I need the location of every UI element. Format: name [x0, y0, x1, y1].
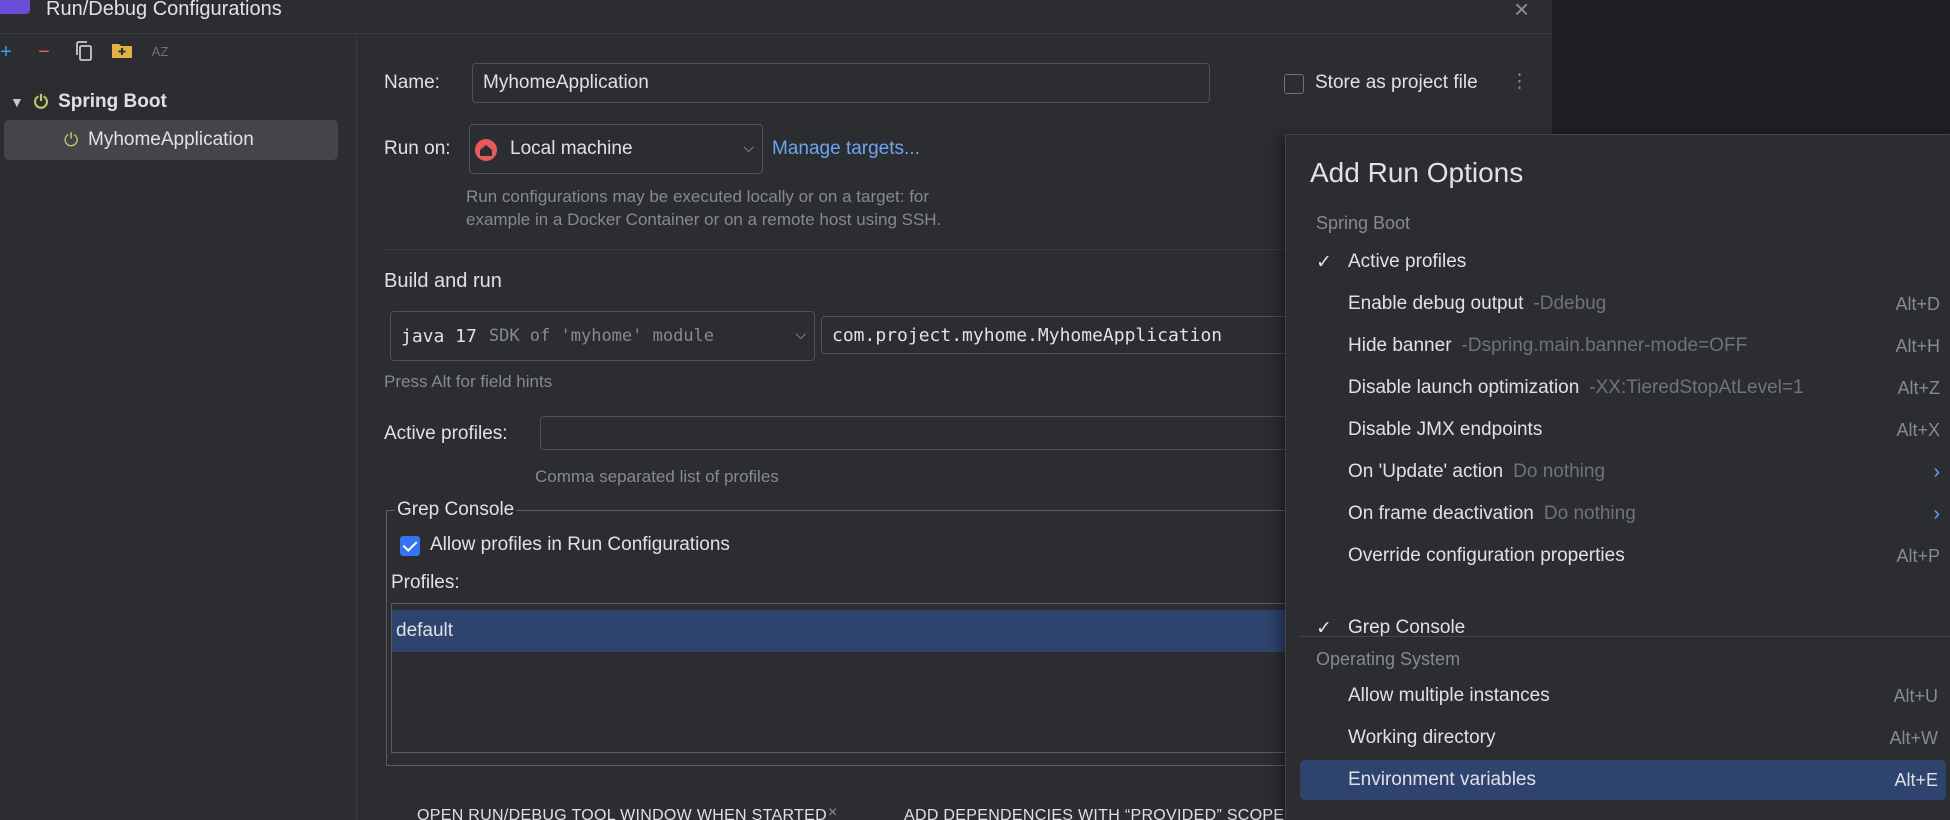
main-class-input[interactable]: com.project.myhome.MyhomeApplication — [821, 316, 1287, 354]
option-shortcut: Alt+Z — [1897, 377, 1940, 398]
option-label: On 'Update' action — [1348, 461, 1504, 482]
option-on-frame-deactivation[interactable]: On frame deactivation Do nothing › — [1300, 494, 1948, 534]
manage-targets-link[interactable]: Manage targets... — [772, 138, 920, 160]
tree-group-label: Spring Boot — [58, 91, 167, 112]
option-label: Active profiles — [1348, 251, 1467, 272]
check-icon: ✓ — [1316, 251, 1332, 273]
tree-group-spring-boot[interactable]: ▼ ⏻ Spring Boot — [10, 86, 167, 118]
allow-profiles-checkbox[interactable] — [400, 536, 420, 556]
option-active-profiles[interactable]: ✓ Active profiles — [1300, 242, 1948, 282]
store-as-project-checkbox[interactable] — [1284, 74, 1304, 94]
dialog-title: Run/Debug Configurations — [46, 0, 282, 20]
run-on-hint-line-1: Run configurations may be executed local… — [466, 187, 930, 206]
run-on-value: Local machine — [510, 138, 633, 159]
option-working-directory[interactable]: Working directory Alt+W — [1300, 718, 1946, 758]
intellij-logo-icon — [0, 0, 30, 14]
option-label: Override configuration properties — [1348, 545, 1625, 566]
jdk-value: java 17 — [401, 325, 477, 347]
remove-option-icon[interactable]: × — [828, 804, 838, 820]
option-shortcut: Alt+W — [1889, 727, 1938, 748]
option-label: Disable launch optimization — [1348, 377, 1580, 398]
sort-configurations-icon[interactable]: AZ — [148, 40, 172, 64]
option-label: Working directory — [1348, 727, 1496, 748]
configurations-sidebar: + − AZ ▼ ⏻ Spring Boot ⏻ MyhomeApplicati… — [0, 34, 357, 820]
tree-item-myhome-application[interactable]: ⏻ MyhomeApplication — [4, 120, 338, 160]
close-icon[interactable]: × — [1514, 0, 1529, 25]
chevron-down-icon[interactable]: ▼ — [10, 94, 24, 110]
option-shortcut: Alt+D — [1895, 293, 1940, 314]
option-label: On frame deactivation — [1348, 503, 1534, 524]
option-override-configuration-properties[interactable]: Override configuration properties Alt+P — [1300, 536, 1948, 576]
option-shortcut: Alt+U — [1893, 685, 1938, 706]
open-tool-window-option[interactable]: OPEN RUN/DEBUG TOOL WINDOW WHEN STARTED — [417, 807, 827, 820]
popup-title: Add Run Options — [1310, 157, 1524, 188]
option-hint: Do nothing — [1543, 503, 1636, 524]
home-icon — [474, 138, 498, 168]
option-shortcut: Alt+X — [1896, 419, 1940, 440]
option-hide-banner[interactable]: Hide banner -Dspring.main.banner-mode=OFF… — [1300, 326, 1948, 366]
profiles-list-label: Profiles: — [391, 572, 460, 593]
section-operating-system: Operating System — [1316, 649, 1461, 669]
option-allow-multiple-instances[interactable]: Allow multiple instances Alt+U — [1300, 676, 1946, 716]
name-input[interactable]: MyhomeApplication — [472, 63, 1210, 103]
option-label: Allow multiple instances — [1348, 685, 1550, 706]
field-hints-text: Press Alt for field hints — [384, 372, 553, 391]
option-label: Enable debug output — [1348, 293, 1524, 314]
store-as-project-label: Store as project file — [1315, 72, 1478, 93]
title-bar: Run/Debug Configurations × — [0, 0, 1552, 34]
spring-boot-power-icon: ⏻ — [33, 91, 49, 112]
sidebar-toolbar: + − AZ — [0, 34, 357, 72]
grep-console-title: Grep Console — [395, 499, 517, 521]
chevron-down-icon: ⌵ — [743, 139, 754, 155]
list-item[interactable]: default — [392, 610, 1292, 652]
option-enable-debug-output[interactable]: Enable debug output -Ddebug Alt+D — [1300, 284, 1948, 324]
more-options-icon[interactable]: ⋮ — [1510, 70, 1529, 93]
option-label: Disable JMX endpoints — [1348, 419, 1543, 440]
option-shortcut: Alt+H — [1895, 335, 1940, 356]
option-hint: Do nothing — [1513, 461, 1606, 482]
option-hint: -Dspring.main.banner-mode=OFF — [1461, 335, 1748, 356]
build-and-run-title: Build and run — [384, 270, 502, 292]
remove-configuration-icon[interactable]: − — [32, 40, 56, 64]
jdk-select[interactable]: java 17 SDK of 'myhome' module ⌵ — [390, 311, 815, 361]
option-environment-variables[interactable]: Environment variables Alt+E — [1300, 760, 1946, 800]
run-on-select[interactable]: Local machine ⌵ — [469, 124, 763, 174]
active-profiles-label: Active profiles: — [384, 423, 508, 444]
add-dependencies-option[interactable]: ADD DEPENDENCIES WITH “PROVIDED” SCOPE — [904, 807, 1284, 820]
chevron-right-icon: › — [1933, 502, 1940, 525]
spring-boot-power-icon: ⏻ — [64, 129, 79, 150]
option-hint: -XX:TieredStopAtLevel=1 — [1589, 377, 1804, 398]
chevron-down-icon: ⌵ — [795, 326, 806, 342]
active-profiles-hint: Comma separated list of profiles — [535, 467, 779, 486]
add-configuration-icon[interactable]: + — [0, 40, 18, 64]
add-run-options-popup: Add Run Options Spring Boot ✓ Active prof… — [1285, 134, 1950, 820]
allow-profiles-label: Allow profiles in Run Configurations — [430, 534, 730, 555]
option-on-update-action[interactable]: On 'Update' action Do nothing › — [1300, 452, 1948, 492]
option-hint: -Ddebug — [1533, 293, 1607, 314]
jdk-hint: SDK of 'myhome' module — [488, 326, 715, 346]
active-profiles-input[interactable] — [540, 416, 1287, 450]
name-label: Name: — [384, 72, 440, 93]
option-shortcut: Alt+P — [1896, 545, 1940, 566]
option-label: Hide banner — [1348, 335, 1452, 356]
run-on-label: Run on: — [384, 138, 451, 159]
copy-configuration-icon[interactable] — [72, 40, 96, 64]
option-disable-jmx-endpoints[interactable]: Disable JMX endpoints Alt+X — [1300, 410, 1948, 450]
option-shortcut: Alt+E — [1894, 769, 1938, 790]
option-grep-console[interactable]: ✓ Grep Console — [1300, 608, 1948, 648]
tree-item-label: MyhomeApplication — [88, 129, 254, 150]
section-spring-boot: Spring Boot — [1316, 213, 1411, 233]
option-label: Environment variables — [1348, 769, 1536, 790]
option-disable-launch-optimization[interactable]: Disable launch optimization -XX:TieredSto… — [1300, 368, 1948, 408]
run-on-hint-line-2: example in a Docker Container or on a re… — [466, 210, 942, 229]
section-divider — [384, 249, 1286, 250]
popup-divider — [1300, 636, 1950, 637]
chevron-right-icon: › — [1933, 460, 1940, 483]
new-folder-icon[interactable] — [110, 40, 134, 64]
